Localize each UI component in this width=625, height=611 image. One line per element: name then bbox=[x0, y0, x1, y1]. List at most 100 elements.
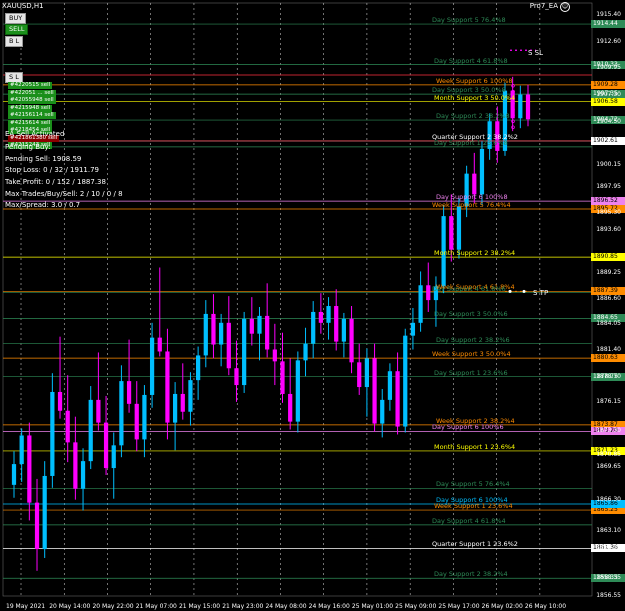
level-label: Week Support 5 76.4%4 bbox=[432, 200, 511, 209]
candle-body bbox=[149, 337, 155, 395]
x-tick-label: 19 May 2021 bbox=[6, 603, 46, 610]
candle-body bbox=[380, 399, 385, 424]
candle-body bbox=[226, 322, 231, 369]
candle-body bbox=[326, 306, 331, 323]
y-tick-label: 1863.10 bbox=[596, 527, 621, 535]
level-label: Month Support 2 38.2%4 bbox=[434, 249, 516, 258]
order-ticket[interactable]: #4215948 sell bbox=[8, 104, 53, 112]
candle-body bbox=[418, 285, 423, 323]
y-tick-label: 1884.05 bbox=[596, 320, 621, 328]
candle-body bbox=[27, 435, 32, 503]
candle-body bbox=[50, 391, 55, 476]
order-ticket[interactable]: #42055948 sell bbox=[8, 97, 56, 104]
pending-buy: Pending Buy: bbox=[5, 143, 51, 151]
candle-body bbox=[295, 360, 300, 422]
ea-name: Pro7_EA bbox=[529, 2, 558, 10]
candle-body bbox=[349, 318, 354, 363]
y-tick-label: 1878.70 bbox=[596, 373, 621, 381]
s-sl-marker: S SL bbox=[528, 49, 544, 57]
tp-dot bbox=[522, 289, 526, 293]
candle-body bbox=[172, 393, 178, 423]
x-tick-label: 20 May 22:00 bbox=[92, 603, 134, 610]
candle-body bbox=[42, 475, 47, 550]
y-tick-label: 1900.15 bbox=[596, 161, 621, 169]
candle-body bbox=[203, 313, 208, 356]
candle-body bbox=[11, 464, 17, 485]
candle-body bbox=[111, 445, 116, 469]
candle-body bbox=[96, 399, 101, 423]
candle-body bbox=[126, 381, 132, 404]
order-ticket[interactable]: #4220515 sell bbox=[8, 82, 53, 89]
candle-body bbox=[449, 216, 454, 250]
candle-body bbox=[157, 337, 162, 352]
y-tick-label: 1889.25 bbox=[596, 268, 621, 276]
candle-body bbox=[288, 393, 293, 422]
candle-body bbox=[341, 318, 346, 342]
candle-body bbox=[357, 362, 362, 388]
y-tick-label: 1912.60 bbox=[596, 38, 621, 46]
candle-body bbox=[280, 361, 285, 394]
price-chart[interactable] bbox=[0, 0, 625, 611]
y-tick-label: 1886.60 bbox=[596, 295, 621, 303]
ea-label[interactable]: Pro7_EA ☺ bbox=[530, 2, 570, 12]
candle-body bbox=[88, 399, 93, 462]
y-tick-label: 1856.55 bbox=[596, 592, 621, 599]
level-label: Quarter Support 1 23.6%2 bbox=[432, 540, 518, 549]
candle-body bbox=[395, 371, 400, 427]
candle-body bbox=[34, 502, 40, 550]
candle-body bbox=[134, 403, 139, 440]
y-tick-label: 1869.65 bbox=[596, 462, 621, 470]
ea-status: EA Sell Activated bbox=[5, 130, 65, 138]
candle-body bbox=[272, 349, 277, 362]
candle-body bbox=[403, 335, 408, 427]
level-label: Day Support 3 50.0%6 bbox=[434, 310, 508, 319]
x-tick-label: 25 May 01:00 bbox=[351, 603, 394, 610]
y-tick-label: 1873.30 bbox=[596, 426, 621, 434]
candle-body bbox=[311, 311, 316, 344]
candle-body bbox=[410, 322, 416, 336]
candle-body bbox=[65, 410, 70, 443]
candle-body bbox=[19, 435, 24, 465]
candle-body bbox=[219, 322, 224, 345]
candle-body bbox=[196, 355, 201, 381]
y-tick-label: 1866.30 bbox=[596, 495, 621, 503]
candle-body bbox=[142, 394, 147, 440]
y-tick-label: 1909.95 bbox=[596, 64, 621, 72]
x-tick-label: 21 May 15:00 bbox=[178, 603, 221, 610]
level-label: Day Support 2 38.2%6 bbox=[436, 335, 510, 344]
level-label: Day Support 6 100%8 bbox=[436, 193, 508, 202]
order-ticket[interactable]: #42156114 sell bbox=[8, 112, 56, 119]
max-trades: Max Trades/Buy/Sell: 2 / 10 / 0 / 8 bbox=[5, 190, 123, 198]
y-tick-label: 1895.30 bbox=[596, 209, 621, 217]
level-label: Day Support 2 38.2%4 bbox=[434, 570, 508, 579]
sell-button[interactable]: SELL bbox=[5, 24, 29, 35]
level-label: Week Support 6 100%8 bbox=[436, 76, 513, 85]
y-tick-label: 1876.15 bbox=[596, 398, 621, 406]
y-tick-label: 1897.95 bbox=[596, 182, 621, 190]
x-tick-label: 21 May 07:00 bbox=[135, 603, 177, 610]
candle-body bbox=[234, 368, 239, 386]
x-tick-label: 26 May 10:00 bbox=[524, 603, 567, 610]
candle-body bbox=[472, 173, 477, 195]
level-label: Day Support 5 76.4%8 bbox=[432, 16, 506, 25]
candle-body bbox=[372, 358, 377, 424]
level-price-box: 1896.52 bbox=[591, 197, 625, 206]
x-tick-label: 21 May 23:00 bbox=[222, 603, 264, 610]
level-price-box: 1909.28 bbox=[591, 80, 625, 89]
candle-body bbox=[249, 318, 254, 334]
bl-button[interactable]: B L bbox=[5, 36, 24, 47]
candle-body bbox=[57, 391, 63, 411]
level-price-box: 1902.61 bbox=[591, 136, 625, 145]
candle-body bbox=[80, 461, 86, 489]
level-label: Day Support 1 23.6%8 bbox=[434, 138, 508, 147]
candle-body bbox=[387, 371, 393, 400]
y-tick-label: 1881.40 bbox=[596, 346, 621, 354]
y-tick-label: 1861.36 bbox=[596, 544, 621, 552]
y-tick-label: 1858.35 bbox=[596, 574, 621, 582]
order-ticket[interactable]: #422051 ... sell bbox=[8, 89, 56, 97]
x-tick-label: 25 May 09:00 bbox=[395, 603, 437, 610]
candle-body bbox=[426, 285, 431, 301]
candle-body bbox=[242, 318, 247, 386]
buy-button[interactable]: BUY bbox=[5, 13, 27, 24]
order-ticket[interactable]: #4215614 sell bbox=[8, 119, 53, 127]
